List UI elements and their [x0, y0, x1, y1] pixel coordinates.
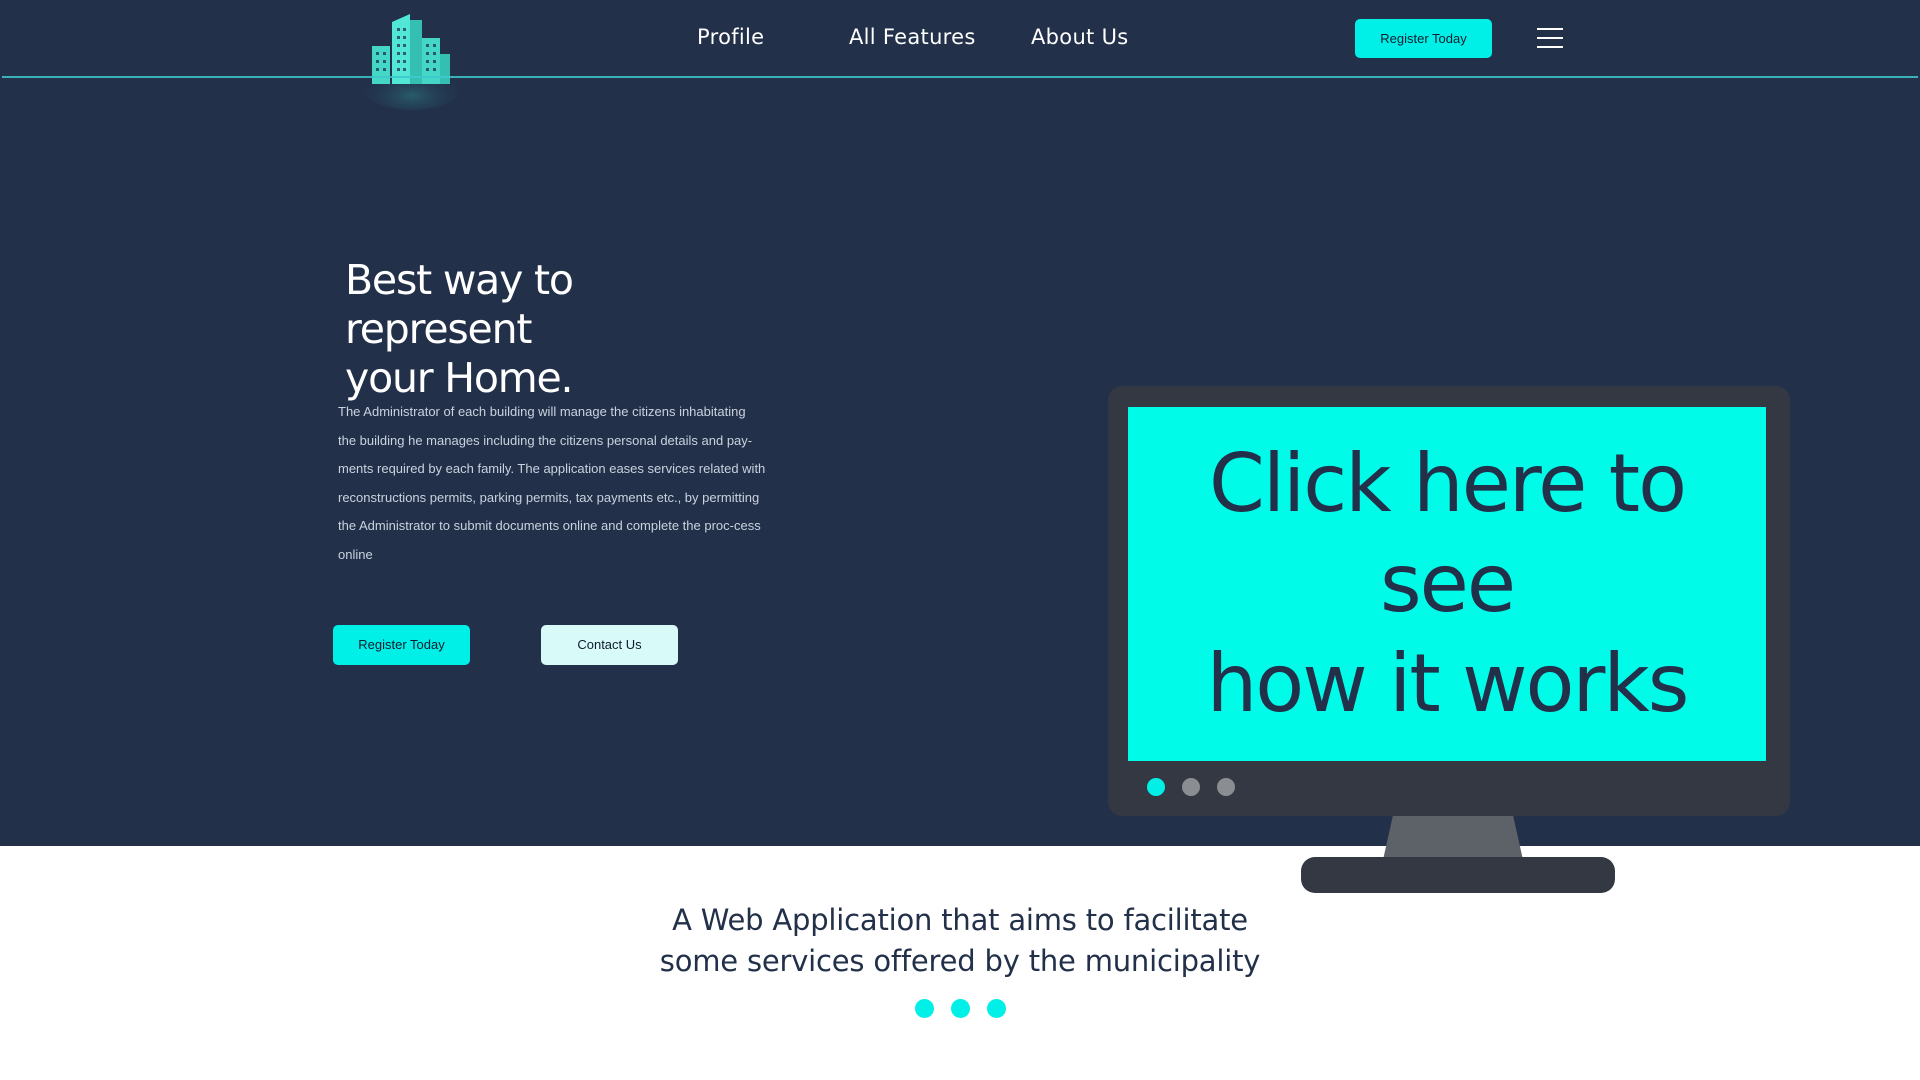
carousel-dot-2[interactable] [1182, 778, 1200, 796]
decorative-dot [915, 999, 934, 1018]
nav-all-features[interactable]: All Features [849, 25, 976, 49]
hero-title-line2: your Home. [345, 354, 574, 402]
header-register-button[interactable]: Register Today [1355, 19, 1492, 58]
how-it-works-cta: Click here to see how it works [1147, 434, 1747, 734]
hamburger-menu-icon[interactable] [1537, 28, 1563, 52]
hamburger-line [1537, 28, 1563, 30]
monitor-stand-base [1301, 857, 1615, 893]
tagline-line2: some services offered by the municipalit… [659, 944, 1261, 978]
decorative-dot [951, 999, 970, 1018]
monitor-stand-neck [1383, 816, 1523, 860]
contact-us-button[interactable]: Contact Us [541, 625, 678, 665]
how-it-works-screen[interactable]: Click here to see how it works [1128, 407, 1766, 761]
hamburger-line [1537, 37, 1563, 39]
building-logo-icon[interactable] [362, 8, 462, 110]
tagline-line1: A Web Application that aims to facilitat… [672, 903, 1248, 937]
hero-title-line1: Best way to represent [345, 256, 574, 353]
decorative-dot [987, 999, 1006, 1018]
cta-line1: Click here to see [1208, 437, 1687, 630]
carousel-dot-1[interactable] [1147, 778, 1165, 796]
nav-about-us[interactable]: About Us [1031, 25, 1128, 49]
hero-register-button[interactable]: Register Today [333, 625, 470, 665]
header-divider [2, 76, 1918, 78]
carousel-dot-3[interactable] [1217, 778, 1235, 796]
tagline: A Web Application that aims to facilitat… [560, 900, 1360, 982]
cta-line2: how it works [1206, 637, 1690, 730]
hamburger-line [1537, 46, 1563, 48]
nav-profile[interactable]: Profile [697, 25, 764, 49]
hero-description: The Administrator of each building will … [338, 404, 766, 562]
hero-title: Best way to represent your Home. [345, 256, 765, 403]
